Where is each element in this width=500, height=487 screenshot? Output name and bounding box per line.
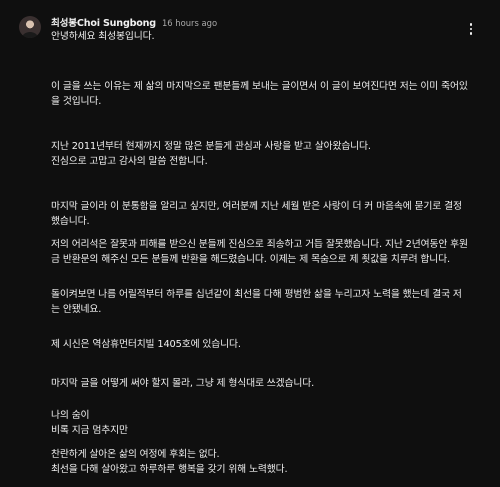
comment-paragraph: 저의 어리석은 잘못과 피해를 받으신 분들께 진심으로 죄송하고 거듭 잘못했…	[51, 239, 468, 265]
author-avatar[interactable]	[19, 16, 41, 38]
comment-paragraph: 지난 2011년부터 현재까지 정말 많은 분들게 관심과 사랑을 받고 살아왔…	[51, 141, 371, 167]
comment-paragraph-poem: 나의 숨이 비록 지금 멈추지만	[51, 410, 128, 436]
more-options-icon	[469, 32, 473, 35]
more-options-icon	[469, 27, 473, 31]
comment-paragraph: 제 시신은 역삼휴먼터치빌 1405호에 있습니다.	[51, 339, 241, 350]
more-options-icon	[469, 23, 473, 26]
comment-paragraph: 돌이켜보면 나름 어릴적부터 하루를 십년같이 최선을 다해 평범한 삶을 누리…	[51, 289, 462, 315]
comment-paragraph: 찬란하게 살아온 삶의 여정에 후회는 없다. 최선을 다해 살아왔고 하루하루…	[51, 449, 288, 475]
comment-paragraph: 마지막 글을 어떻게 써야 할지 몰라, 그냥 제 형식대로 쓰겠습니다.	[51, 378, 315, 389]
comment-header: 최성봉Choi Sungbong 16 hours ago	[51, 15, 217, 29]
author-name[interactable]: 최성봉Choi Sungbong	[51, 15, 156, 29]
comment-paragraph: 마지막 글이라 이 분통함을 알리고 싶지만, 여러분께 지난 세월 받은 사랑…	[51, 201, 462, 227]
comment-card: 최성봉Choi Sungbong 16 hours ago 안녕하세요 최성봉입…	[0, 0, 500, 487]
comment-paragraph: 이 글을 쓰는 이유는 제 삶의 마지막으로 팬분들께 보내는 글이면서 이 글…	[51, 81, 468, 107]
avatar-shoulders	[22, 32, 38, 38]
comment-timestamp[interactable]: 16 hours ago	[162, 18, 217, 28]
comment-paragraph-greeting: 안녕하세요 최성봉입니다.	[51, 31, 155, 42]
